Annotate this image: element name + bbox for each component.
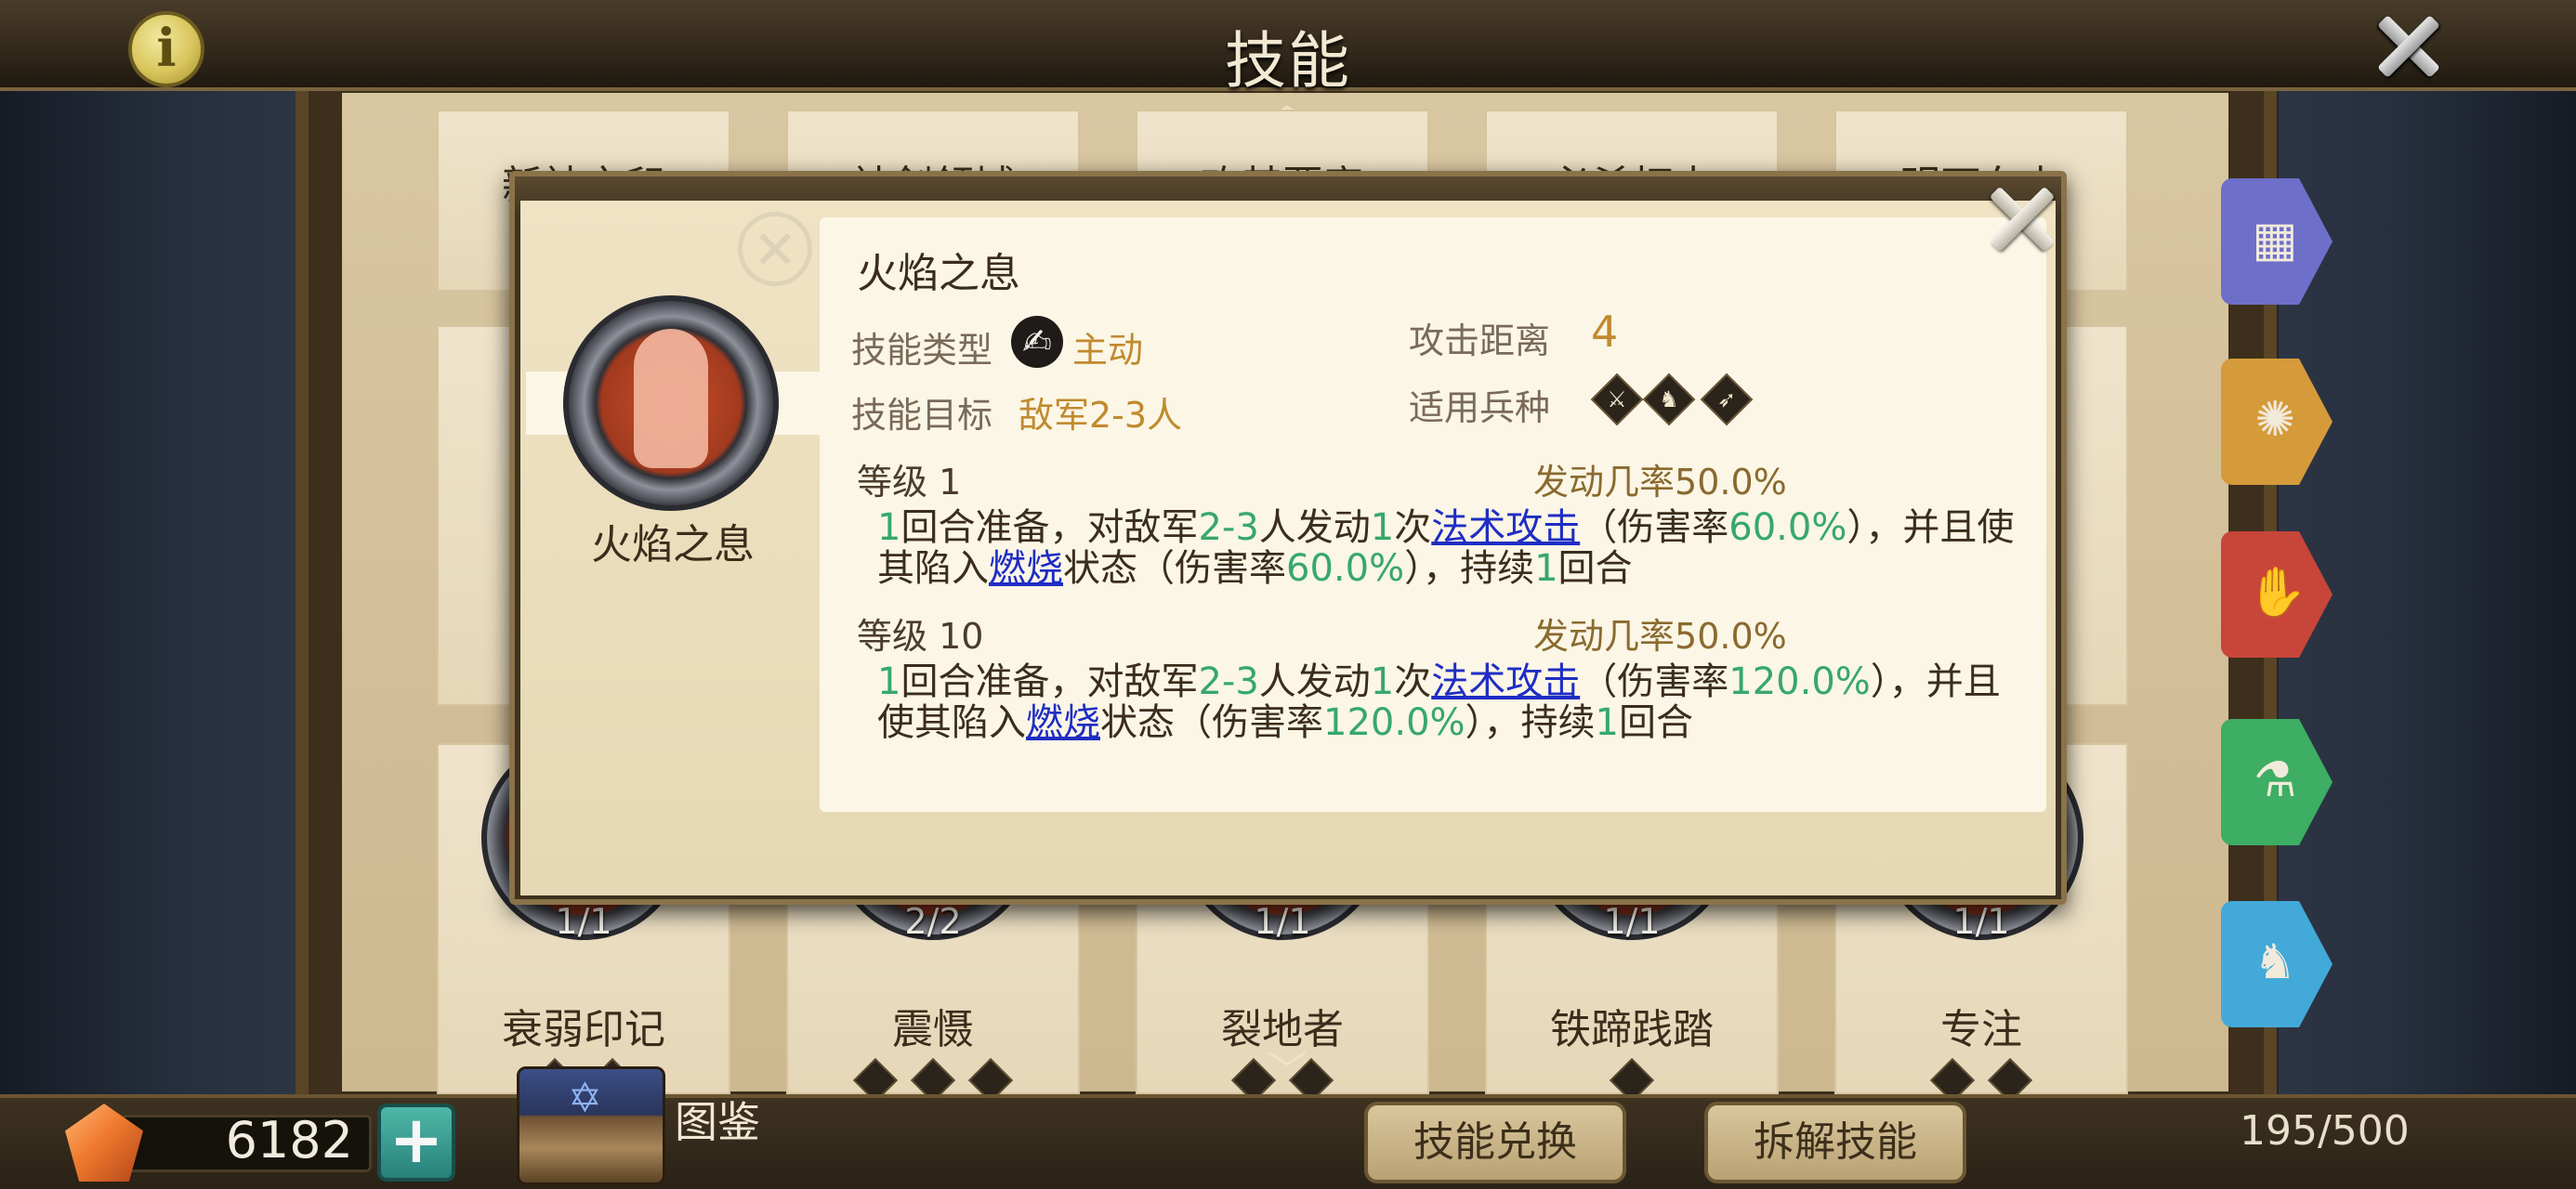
skill-target-label: 技能目标 bbox=[851, 395, 993, 436]
potion-icon: ⚗ bbox=[2253, 752, 2297, 808]
left-background bbox=[0, 91, 297, 1094]
horse-icon: ♞ bbox=[2253, 934, 2297, 990]
desc-text: 回合 bbox=[1618, 701, 1693, 744]
desc-value: 1 bbox=[877, 660, 901, 703]
desc-value: 1 bbox=[1370, 506, 1395, 549]
skill-title: 火焰之息 bbox=[857, 250, 1020, 297]
trigger-rate: 发动几率50.0% bbox=[1533, 453, 1787, 504]
desc-value: 60.0% bbox=[1286, 547, 1405, 590]
magic-attack-link[interactable]: 法术攻击 bbox=[1431, 660, 1580, 703]
skill-card-name: 衰弱印记 bbox=[502, 1006, 665, 1053]
desc-text: 次 bbox=[1394, 660, 1432, 703]
level-label: 等级 10 bbox=[857, 616, 984, 657]
trigger-rate-value: 50.0% bbox=[1675, 462, 1787, 503]
desc-value: 1 bbox=[1534, 547, 1558, 590]
attack-range-label: 攻击距离 bbox=[1409, 320, 1551, 361]
desc-text: （伤害率 bbox=[1580, 660, 1729, 703]
level-description: 1回合准备，对敌军2-3人发动1次法术攻击（伤害率120.0%），并且 使其陷入燃… bbox=[877, 661, 2020, 743]
skill-card-name: 震慑 bbox=[892, 1006, 974, 1053]
desc-text: 状态（伤害率 bbox=[1100, 701, 1323, 744]
desc-text: 回合准备，对敌军 bbox=[900, 506, 1199, 549]
skill-count: 2/2 bbox=[904, 901, 962, 942]
desc-text: 回合准备，对敌军 bbox=[900, 660, 1199, 703]
small-close-icon[interactable] bbox=[738, 212, 812, 286]
desc-text: 人发动 bbox=[1258, 660, 1371, 703]
skill-count: 1/1 bbox=[1603, 901, 1661, 942]
desc-text: ），并且使 bbox=[1847, 506, 2015, 549]
desc-value: 2-3 bbox=[1198, 660, 1259, 703]
dismantle-skill-button[interactable]: 拆解技能 bbox=[1704, 1102, 1966, 1183]
skill-count: 1/1 bbox=[1952, 901, 2010, 942]
grid-icon: ▦ bbox=[2252, 212, 2298, 268]
desc-value: 1 bbox=[877, 506, 901, 549]
desc-text: 使其陷入 bbox=[877, 701, 1026, 744]
desc-text: 次 bbox=[1394, 506, 1432, 549]
unit-chips bbox=[788, 1057, 1078, 1104]
flame-hand-icon: ✋ bbox=[2247, 565, 2307, 621]
desc-text: ），并且 bbox=[1870, 660, 2001, 703]
skill-type-label: 技能类型 bbox=[851, 330, 993, 371]
desc-text: （伤害率 bbox=[1580, 506, 1729, 549]
scroll-down-icon[interactable]: ﹀ bbox=[1259, 1052, 1315, 1092]
gem-count: 6182 bbox=[225, 1111, 353, 1169]
desc-value: 120.0% bbox=[1323, 701, 1465, 744]
skill-card-name: 裂地者 bbox=[1221, 1006, 1344, 1053]
burn-link[interactable]: 燃烧 bbox=[1026, 701, 1100, 744]
desc-value: 1 bbox=[1595, 701, 1619, 744]
attack-range-value: 4 bbox=[1591, 307, 1619, 357]
desc-value: 60.0% bbox=[1728, 506, 1847, 549]
desc-value: 1 bbox=[1370, 660, 1395, 703]
burn-link[interactable]: 燃烧 bbox=[989, 547, 1063, 590]
skill-card-name: 专注 bbox=[1940, 1006, 2022, 1053]
skill-card-name: 铁蹄践踏 bbox=[1550, 1006, 1714, 1053]
unit-type-label: 适用兵种 bbox=[1409, 387, 1551, 428]
add-gems-button[interactable]: + bbox=[377, 1104, 455, 1182]
desc-value: 2-3 bbox=[1198, 506, 1259, 549]
skill-capacity: 195/500 bbox=[2240, 1107, 2410, 1155]
level-label: 等级 1 bbox=[857, 462, 962, 503]
magic-attack-link[interactable]: 法术攻击 bbox=[1431, 506, 1580, 549]
unit-chips bbox=[1836, 1057, 2126, 1104]
desc-text: 人发动 bbox=[1258, 506, 1371, 549]
skill-exchange-button[interactable]: 技能兑换 bbox=[1364, 1102, 1626, 1183]
close-icon[interactable] bbox=[2368, 6, 2450, 87]
skill-target-value: 敌军2-3人 bbox=[1019, 395, 1183, 436]
desc-text: ），持续 bbox=[1404, 547, 1535, 590]
skill-type-value: 主动 bbox=[1072, 330, 1144, 371]
popup-close-icon[interactable] bbox=[1979, 176, 2065, 262]
desc-text: 其陷入 bbox=[877, 547, 989, 590]
skill-count: 1/1 bbox=[555, 901, 612, 942]
desc-text: ），持续 bbox=[1465, 701, 1596, 744]
desc-value: 120.0% bbox=[1728, 660, 1871, 703]
desc-text: 回合 bbox=[1557, 547, 1633, 590]
active-skill-icon: ✍ bbox=[1011, 316, 1063, 368]
codex-book-icon[interactable]: ✡ bbox=[517, 1066, 665, 1185]
trigger-rate-value: 50.0% bbox=[1675, 616, 1787, 657]
compass-icon: ✺ bbox=[2254, 392, 2295, 448]
trigger-rate: 发动几率50.0% bbox=[1533, 608, 1787, 659]
unit-chips bbox=[1487, 1057, 1777, 1104]
skill-figure bbox=[634, 329, 708, 468]
skill-icon-name: 火焰之息 bbox=[591, 521, 755, 568]
skill-count: 1/1 bbox=[1254, 901, 1311, 942]
fire-breath-skill-icon bbox=[563, 295, 779, 511]
trigger-rate-label: 发动几率 bbox=[1533, 616, 1676, 657]
level-description: 1回合准备，对敌军2-3人发动1次法术攻击（伤害率60.0%），并且使 其陷入燃烧… bbox=[877, 507, 2020, 589]
trigger-rate-label: 发动几率 bbox=[1533, 462, 1676, 503]
desc-text: 状态（伤害率 bbox=[1063, 547, 1286, 590]
codex-label[interactable]: 图鉴 bbox=[675, 1089, 760, 1150]
